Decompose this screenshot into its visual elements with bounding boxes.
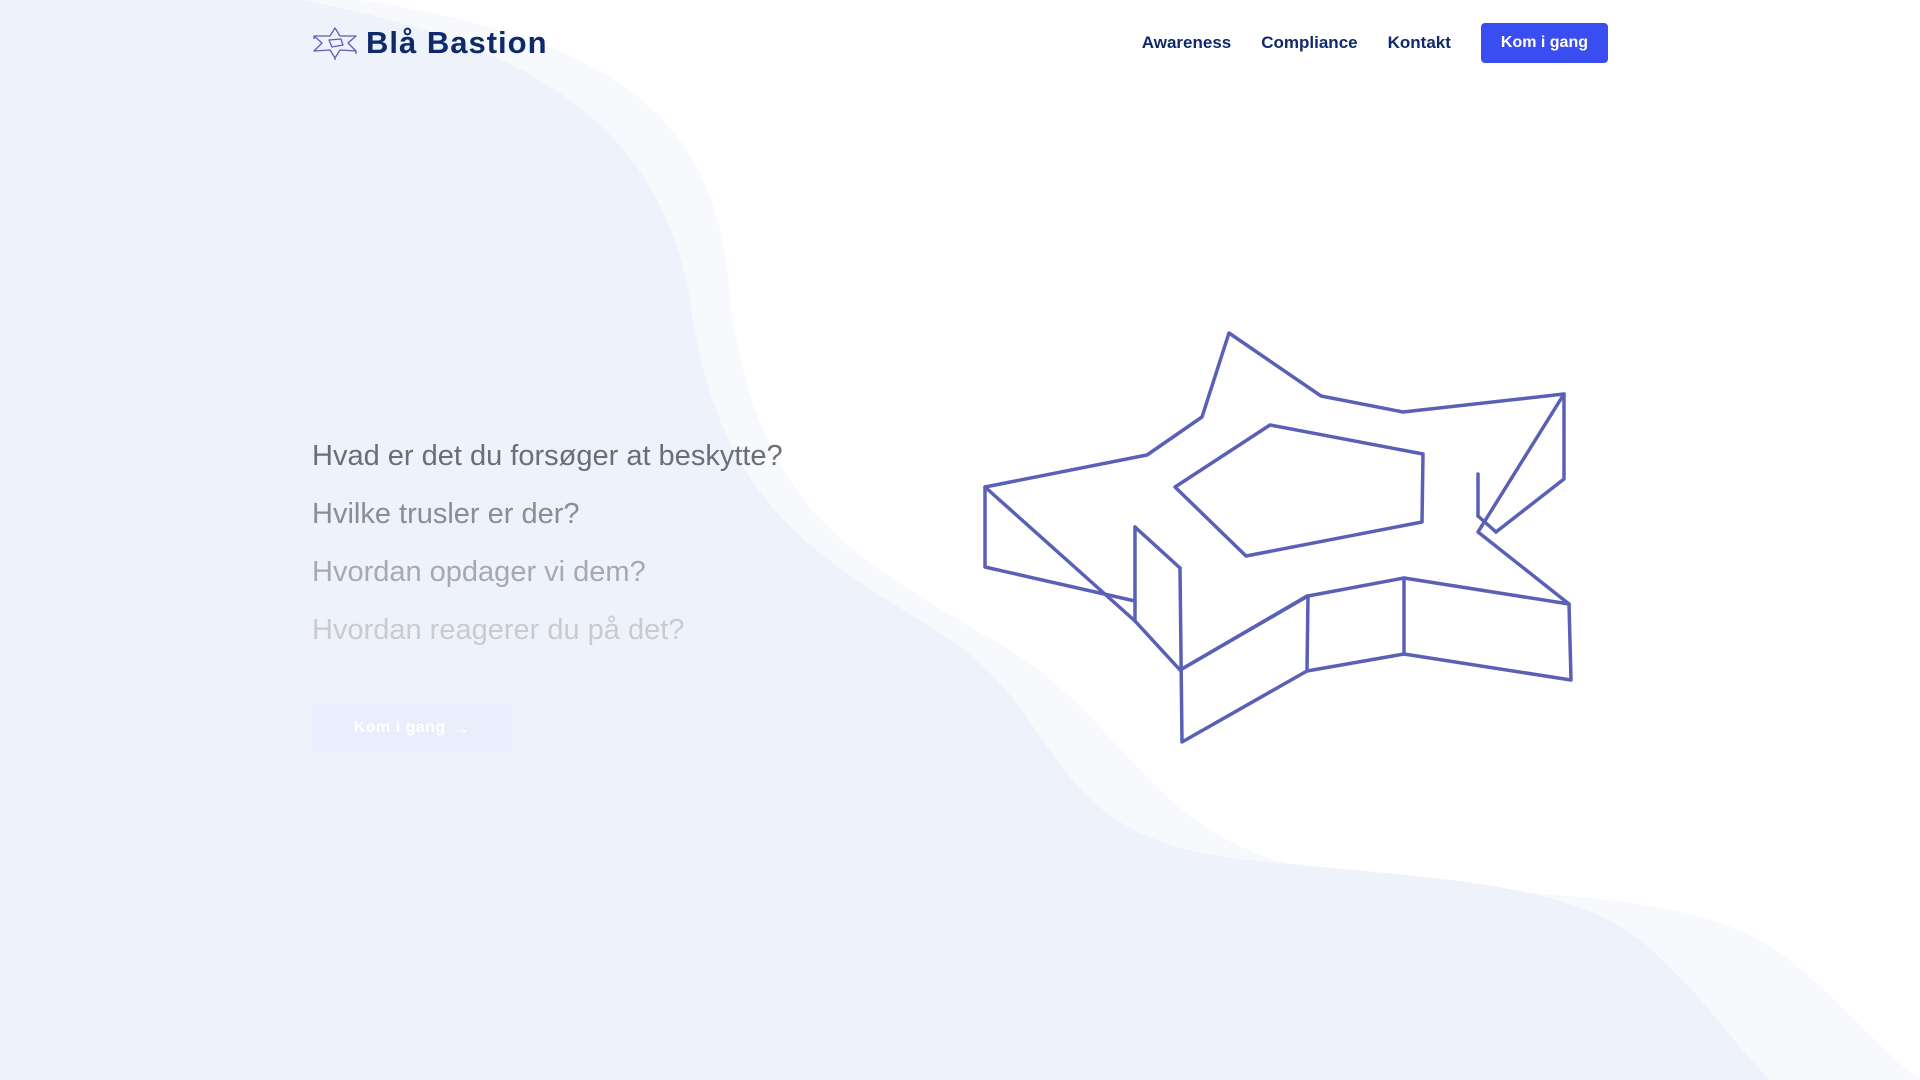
nav-link-kontakt[interactable]: Kontakt bbox=[1388, 33, 1451, 53]
page: Blå Bastion Awareness Compliance Kontakt… bbox=[0, 0, 1920, 1080]
star-fortress-icon bbox=[313, 27, 357, 60]
site-header: Blå Bastion Awareness Compliance Kontakt… bbox=[312, 22, 1608, 64]
nav-link-awareness[interactable]: Awareness bbox=[1142, 33, 1231, 53]
arrow-right-icon: → bbox=[451, 717, 471, 738]
star-fortress-illustration bbox=[983, 331, 1573, 744]
header-cta-button[interactable]: Kom i gang bbox=[1480, 23, 1608, 63]
hero-question-1: Hvad er det du forsøger at beskytte? bbox=[312, 440, 783, 472]
hero-questions: Hvad er det du forsøger at beskytte? Hvi… bbox=[312, 440, 952, 672]
brand-name: Blå Bastion bbox=[366, 25, 548, 60]
hero-question-3: Hvordan opdager vi dem? bbox=[312, 556, 646, 588]
hero-question-2: Hvilke trusler er der? bbox=[312, 498, 580, 530]
hero-question-4: Hvordan reagerer du på det? bbox=[312, 614, 685, 646]
brand-logo[interactable]: Blå Bastion bbox=[312, 22, 548, 64]
main-nav: Awareness Compliance Kontakt Kom i gang bbox=[1142, 22, 1608, 64]
hero-cta-label: Kom i gang bbox=[353, 719, 446, 736]
nav-link-compliance[interactable]: Compliance bbox=[1261, 33, 1357, 53]
hero-cta-button[interactable]: Kom i gang → bbox=[312, 704, 512, 752]
